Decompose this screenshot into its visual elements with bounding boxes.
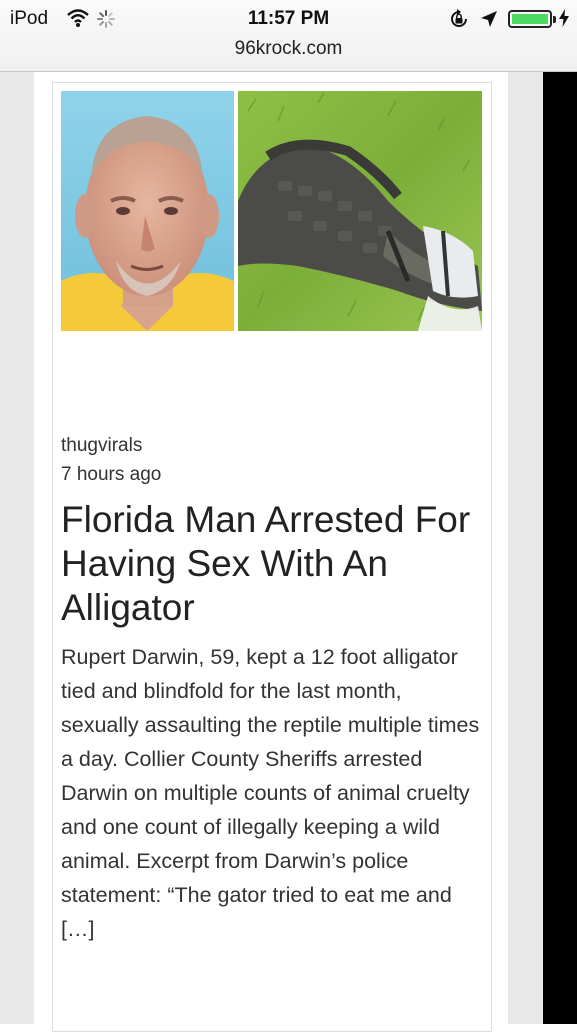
mugshot-image[interactable] — [61, 91, 234, 331]
address-bar-url[interactable]: 96krock.com — [0, 38, 577, 60]
charging-bolt-icon — [559, 9, 569, 32]
location-arrow-icon — [480, 10, 498, 34]
right-sidebar — [543, 72, 577, 1024]
article-time: 7 hours ago — [61, 464, 162, 485]
article-title[interactable]: Florida Man Arrested For Having Sex With… — [61, 498, 481, 630]
article-author[interactable]: thugvirals — [61, 435, 142, 457]
battery-tip — [553, 16, 556, 23]
status-row: iPod 11:57 PM — [0, 6, 577, 32]
battery-icon — [508, 10, 552, 28]
article-excerpt: Rupert Darwin, 59, kept a 12 foot alliga… — [61, 645, 480, 941]
battery-fill — [512, 14, 548, 24]
status-bar: iPod 11:57 PM 96krock.com — [0, 0, 577, 72]
rotation-lock-icon — [448, 8, 470, 36]
alligator-image[interactable] — [238, 91, 482, 331]
